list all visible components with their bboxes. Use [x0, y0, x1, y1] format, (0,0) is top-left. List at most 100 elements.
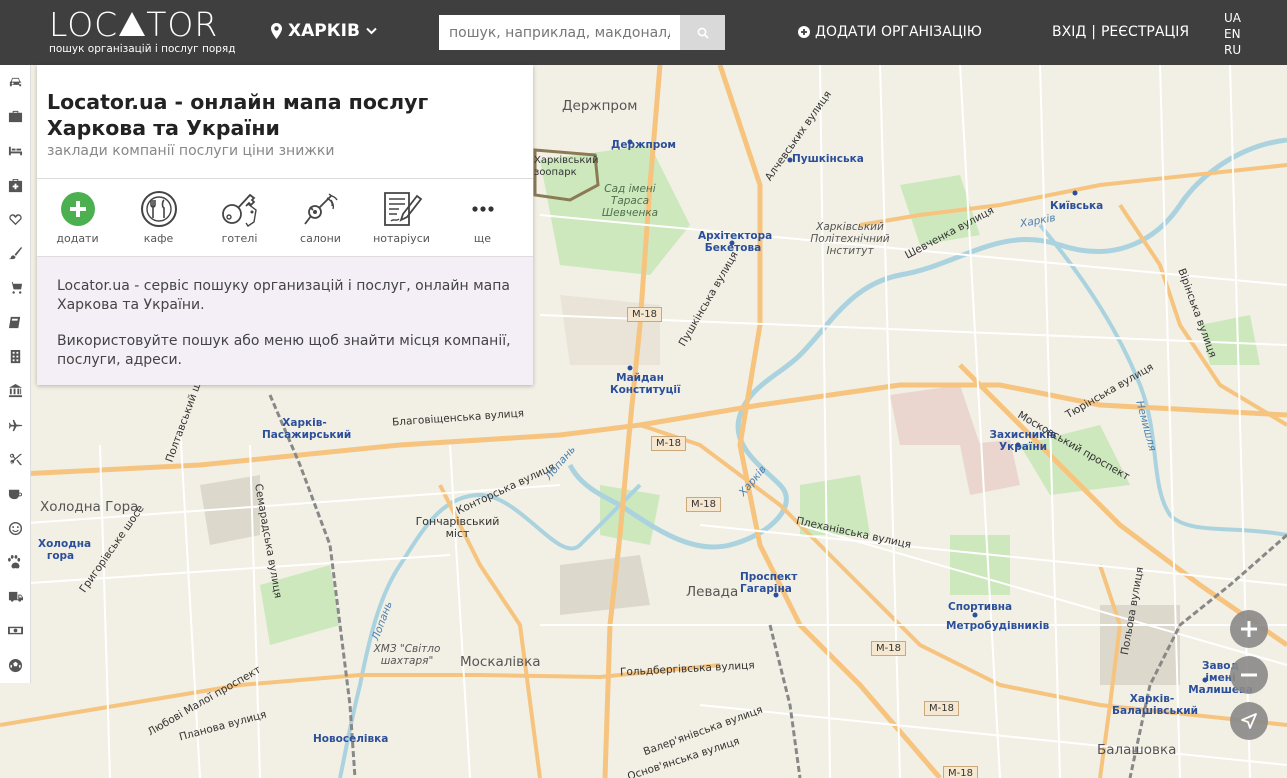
quick-category-label: салони	[300, 232, 341, 245]
metro-maidan-konstytutsii[interactable]: Майдан Конституції	[610, 372, 681, 396]
panel-title: Locator.ua - онлайн мапа послуг Харкова …	[47, 90, 429, 140]
bed-icon	[8, 146, 23, 156]
plus-icon	[1241, 621, 1257, 637]
category-shops[interactable]	[0, 271, 31, 305]
highway-shield-m18: М-18	[686, 497, 721, 512]
metro-kyivska[interactable]: Київська	[1050, 200, 1103, 212]
lang-ru[interactable]: RU	[1224, 42, 1241, 58]
metro-gagarina[interactable]: Проспект Гагаріна	[740, 571, 797, 595]
category-medicine[interactable]	[0, 168, 31, 202]
quick-category-salons[interactable]: салони	[280, 179, 361, 257]
login-link[interactable]: ВХІД	[1052, 24, 1086, 40]
quick-categories: додати кафе готелі салони нотаріуси ще	[37, 178, 533, 256]
category-health[interactable]	[0, 202, 31, 236]
lang-ua[interactable]: UA	[1224, 10, 1241, 26]
map-label-kholodna-hora-area: Холодна Гора	[40, 499, 139, 515]
search-icon	[697, 27, 709, 39]
notary-icon	[383, 192, 422, 226]
map-label-zoo: Харківський зоопарк	[534, 155, 599, 178]
category-repair[interactable]	[0, 236, 31, 270]
category-transport[interactable]	[0, 579, 31, 613]
zoom-in-button[interactable]	[1230, 610, 1268, 648]
metro-derzhprom[interactable]: Держпром	[611, 139, 676, 151]
plane-icon	[8, 419, 23, 431]
logo-triangle-icon	[119, 12, 146, 36]
map-label-khmz: ХМЗ "Світло шахтаря"	[373, 643, 441, 667]
plus-circle-icon	[60, 192, 95, 226]
highway-shield-m18: М-18	[651, 436, 686, 451]
category-toolbar	[0, 65, 31, 683]
metro-pasazhyrskyi[interactable]: Харків-Пасажирський	[262, 417, 351, 441]
metro-sportyvna[interactable]: Спортивна	[948, 601, 1012, 613]
map-label-moskalivka: Москалівка	[460, 654, 541, 670]
cafe-icon	[140, 191, 177, 227]
category-sports[interactable]	[0, 648, 31, 682]
quick-category-add[interactable]: додати	[37, 179, 118, 257]
city-name: ХАРКІВ	[288, 21, 360, 41]
category-education[interactable]	[0, 305, 31, 339]
category-cafes[interactable]	[0, 477, 31, 511]
brush-icon	[8, 247, 23, 260]
info-panel: Locator.ua - онлайн мапа послуг Харкова …	[37, 65, 533, 385]
metro-metrobudivnykiv[interactable]: Метробудівників	[946, 620, 1049, 632]
site-logo[interactable]: LOC TOR пошук організацій і послуг поряд	[49, 5, 236, 58]
minus-icon	[1241, 673, 1257, 677]
city-selector[interactable]: ХАРКІВ	[271, 21, 377, 41]
category-entertainment[interactable]	[0, 511, 31, 545]
category-government[interactable]	[0, 374, 31, 408]
bank-icon	[8, 384, 23, 398]
smile-icon	[8, 521, 23, 535]
logo-tagline: пошук організацій і послуг поряд	[49, 43, 236, 55]
locate-me-button[interactable]	[1230, 702, 1268, 740]
salon-dryer-icon	[303, 193, 338, 225]
quick-category-cafe[interactable]: кафе	[118, 179, 199, 257]
language-switcher: UA EN RU	[1224, 10, 1241, 58]
highway-shield-m18: М-18	[924, 701, 959, 716]
register-link[interactable]: РЕЄСТРАЦІЯ	[1101, 24, 1189, 40]
search-button[interactable]	[680, 15, 725, 50]
map-label-polytech: Харківський Політехнічний Інститут	[810, 221, 890, 257]
logo-text-right: TOR	[146, 5, 219, 44]
chevron-down-icon	[366, 27, 377, 35]
metro-novoselivka[interactable]: Новоселівка	[313, 733, 388, 745]
map-label-balashivskyi: Харків-Балашівський	[1112, 693, 1198, 717]
book-icon	[8, 316, 21, 328]
category-hotels[interactable]	[0, 134, 31, 168]
category-offices[interactable]	[0, 339, 31, 373]
quick-category-label: додати	[56, 232, 99, 245]
cart-icon	[8, 282, 23, 295]
quick-category-hotels[interactable]: готелі	[199, 179, 280, 257]
paw-icon	[8, 554, 21, 569]
auth-links: ВХІД | РЕЄСТРАЦІЯ	[1052, 24, 1189, 40]
map-label-balashivka: Балашовка	[1097, 742, 1177, 758]
description-paragraph: Locator.ua - сервіс пошуку организацій і…	[57, 278, 510, 313]
quick-category-more[interactable]: ще	[442, 179, 523, 257]
money-icon	[8, 627, 23, 635]
zoom-out-button[interactable]	[1230, 656, 1268, 694]
heart-icon	[9, 214, 22, 225]
map-label-levada: Левада	[686, 584, 739, 600]
quick-category-notaries[interactable]: нотаріуси	[361, 179, 442, 257]
briefcase-icon	[8, 110, 23, 123]
category-pets[interactable]	[0, 545, 31, 579]
quick-category-label: ще	[473, 232, 492, 245]
quick-category-label: кафе	[143, 232, 174, 245]
top-header: LOC TOR пошук організацій і послуг поряд …	[0, 0, 1287, 65]
map-label-honcharivskyi-bridge: Гончарівський міст	[415, 515, 500, 540]
add-organization-link[interactable]: ДОДАТИ ОРГАНІЗАЦІЮ	[798, 24, 982, 40]
plus-circle-icon	[798, 26, 810, 38]
more-icon	[471, 206, 494, 212]
search-input[interactable]	[439, 15, 680, 50]
metro-kholodna-hora[interactable]: Холодна гора	[38, 538, 91, 562]
category-travel[interactable]	[0, 408, 31, 442]
panel-description: Locator.ua - сервіс пошуку организацій і…	[37, 256, 533, 385]
lang-en[interactable]: EN	[1224, 26, 1241, 42]
category-beauty[interactable]	[0, 442, 31, 476]
category-finance[interactable]	[0, 614, 31, 648]
category-business[interactable]	[0, 99, 31, 133]
category-car[interactable]	[0, 65, 31, 99]
medkit-icon	[8, 178, 23, 192]
football-icon	[8, 658, 23, 672]
add-organization-label: ДОДАТИ ОРГАНІЗАЦІЮ	[815, 24, 982, 40]
metro-pushkinska[interactable]: Пушкінська	[792, 153, 864, 165]
